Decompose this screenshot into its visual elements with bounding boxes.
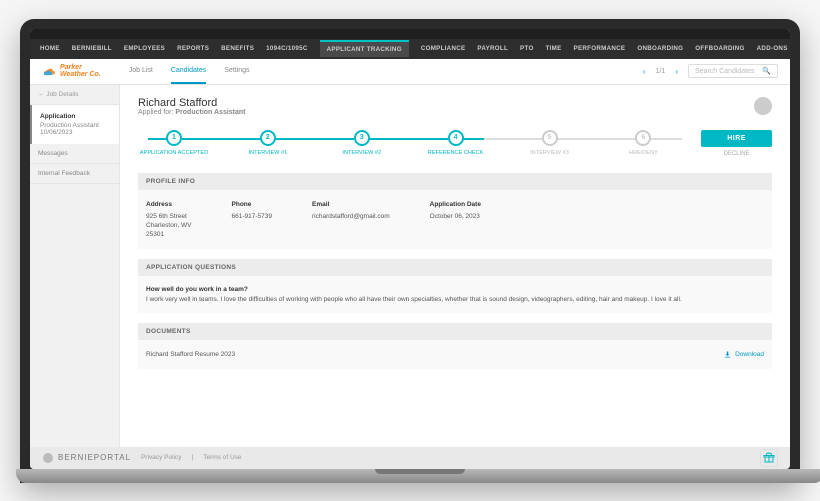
sidebar-messages[interactable]: Messages bbox=[30, 144, 119, 164]
pipeline: 1APPLICATION ACCEPTED 2INTERVIEW #1 3INT… bbox=[138, 130, 772, 157]
tab-candidates[interactable]: Candidates bbox=[171, 59, 206, 84]
sidebar: ← Job Details Application Production Ass… bbox=[30, 85, 120, 447]
candidate-applied-for: Applied for: Production Assistant bbox=[138, 109, 246, 116]
profile-app-date: Application Date October 06, 2023 bbox=[430, 200, 481, 239]
stage-interview-1[interactable]: 2INTERVIEW #1 bbox=[232, 130, 304, 156]
pager-text: 1/1 bbox=[656, 68, 666, 75]
hire-button[interactable]: HIRE bbox=[701, 130, 772, 147]
sidebar-internal-feedback[interactable]: Internal Feedback bbox=[30, 164, 119, 184]
profile-phone: Phone 661-917-5739 bbox=[232, 200, 272, 239]
pager-prev-icon[interactable]: ‹ bbox=[643, 67, 646, 76]
nav-compliance[interactable]: COMPLIANCE bbox=[421, 45, 466, 52]
browser-chrome bbox=[30, 29, 790, 39]
nav-performance[interactable]: PERFORMANCE bbox=[574, 45, 626, 52]
candidate-avatar[interactable] bbox=[754, 97, 772, 115]
footer-terms[interactable]: Terms of Use bbox=[203, 454, 241, 461]
download-icon bbox=[723, 350, 732, 359]
footer: BERNIEPORTAL Privacy Policy | Terms of U… bbox=[30, 447, 790, 469]
nav-benefits[interactable]: BENEFITS bbox=[221, 45, 254, 52]
documents-section: DOCUMENTS Richard Stafford Resume 2023 D… bbox=[138, 323, 772, 369]
search-input[interactable]: Search Candidates 🔍 bbox=[688, 64, 778, 78]
b-icon bbox=[42, 452, 54, 464]
tab-settings[interactable]: Settings bbox=[224, 59, 249, 84]
stage-interview-2[interactable]: 3INTERVIEW #2 bbox=[326, 130, 398, 156]
laptop-base bbox=[16, 469, 820, 483]
company-logo[interactable]: ParkerWeather Co. bbox=[42, 64, 101, 78]
footer-privacy[interactable]: Privacy Policy bbox=[141, 454, 181, 461]
profile-info-section: PROFILE INFO Address 925 6th Street Char… bbox=[138, 173, 772, 249]
main-panel: Richard Stafford Applied for: Production… bbox=[120, 85, 790, 447]
nav-home[interactable]: HOME bbox=[40, 45, 60, 52]
stage-interview-3[interactable]: 5INTERVIEW #3 bbox=[514, 130, 586, 156]
sidebar-back[interactable]: ← Job Details bbox=[30, 85, 119, 105]
cloud-icon bbox=[42, 64, 56, 78]
download-link[interactable]: Download bbox=[723, 350, 764, 359]
candidate-name: Richard Stafford bbox=[138, 97, 246, 109]
profile-address: Address 925 6th Street Charleston, WV 25… bbox=[146, 200, 192, 239]
main-nav: HOME BERNIEBILL EMPLOYEES REPORTS BENEFI… bbox=[30, 39, 790, 59]
stage-reference-check[interactable]: 4REFERENCE CHECK bbox=[420, 130, 492, 156]
nav-1094c[interactable]: 1094C/1095C bbox=[266, 45, 308, 52]
nav-onboarding[interactable]: ONBOARDING bbox=[637, 45, 683, 52]
stage-application-accepted[interactable]: 1APPLICATION ACCEPTED bbox=[138, 130, 210, 156]
sub-nav: ParkerWeather Co. Job List Candidates Se… bbox=[30, 59, 790, 85]
profile-email: Email richardstafford@gmail.com bbox=[312, 200, 390, 239]
tab-job-list[interactable]: Job List bbox=[129, 59, 153, 84]
document-name: Richard Stafford Resume 2023 bbox=[146, 351, 235, 358]
pager-next-icon[interactable]: › bbox=[675, 67, 678, 76]
gift-icon[interactable] bbox=[760, 449, 778, 467]
nav-addons[interactable]: ADD-ONS bbox=[757, 45, 788, 52]
application-questions-section: APPLICATION QUESTIONS How well do you wo… bbox=[138, 259, 772, 313]
nav-time[interactable]: TIME bbox=[546, 45, 562, 52]
footer-logo[interactable]: BERNIEPORTAL bbox=[42, 452, 131, 464]
nav-reports[interactable]: REPORTS bbox=[177, 45, 209, 52]
nav-berniebill[interactable]: BERNIEBILL bbox=[72, 45, 112, 52]
stage-hire-deny[interactable]: 6HRE/DENY bbox=[607, 130, 679, 156]
nav-offboarding[interactable]: OFFBOARDING bbox=[695, 45, 744, 52]
nav-pto[interactable]: PTO bbox=[520, 45, 534, 52]
decline-link[interactable]: DECLINE bbox=[724, 151, 750, 157]
nav-applicant-tracking[interactable]: APPLICANT TRACKING bbox=[320, 40, 409, 57]
sidebar-application-card[interactable]: Application Production Assistant 10/06/2… bbox=[30, 105, 119, 144]
nav-employees[interactable]: EMPLOYEES bbox=[124, 45, 165, 52]
nav-payroll[interactable]: PAYROLL bbox=[477, 45, 508, 52]
search-icon: 🔍 bbox=[762, 67, 771, 75]
